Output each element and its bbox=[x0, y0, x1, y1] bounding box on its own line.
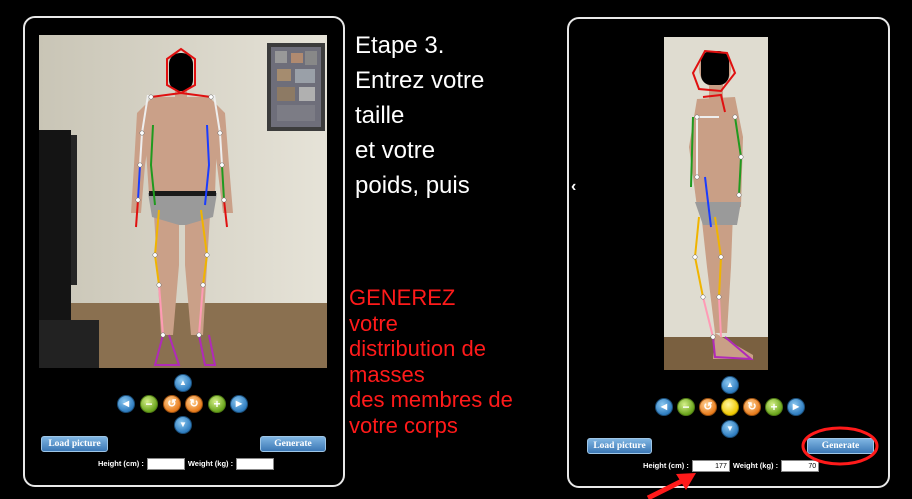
left-viewer-panel: ▲ ◀ − ↺ ↻ + ▶ ▼ Load picture Generate He… bbox=[23, 16, 345, 487]
arrow-down-icon: ▼ bbox=[179, 420, 187, 429]
height-label: Height (cm) : bbox=[643, 460, 689, 470]
zoom-out-button[interactable]: − bbox=[677, 398, 695, 416]
arrow-left-icon: ◀ bbox=[660, 402, 668, 411]
arrow-down-icon: ▼ bbox=[726, 424, 734, 433]
rotate-right-button[interactable]: ↻ bbox=[185, 395, 203, 413]
move-down-button[interactable]: ▼ bbox=[721, 420, 739, 438]
arrow-left-icon: ◀ bbox=[122, 399, 130, 408]
plus-icon: + bbox=[213, 397, 221, 411]
load-picture-button[interactable]: Load picture bbox=[587, 438, 652, 454]
rotate-left-icon: ↺ bbox=[703, 400, 713, 413]
weight-label: Weight (kg) : bbox=[187, 458, 234, 468]
arrow-right-icon: ▶ bbox=[792, 402, 800, 411]
generate-highlight-ellipse bbox=[801, 426, 879, 466]
height-label: Height (cm) : bbox=[98, 458, 144, 468]
zoom-out-button[interactable]: − bbox=[140, 395, 158, 413]
move-up-button[interactable]: ▲ bbox=[174, 374, 192, 392]
front-view-photo bbox=[39, 35, 327, 368]
generate-button[interactable]: Generate bbox=[260, 436, 326, 452]
arrow-right-icon: ▶ bbox=[235, 399, 243, 408]
weight-input[interactable] bbox=[236, 458, 275, 470]
zoom-in-button[interactable]: + bbox=[208, 395, 226, 413]
right-nav-controls: ▲ ◀ − ↺ ↻ + ▶ ▼ bbox=[653, 374, 808, 438]
move-left-button[interactable]: ◀ bbox=[117, 395, 135, 413]
arrow-up-icon: ▲ bbox=[726, 380, 734, 389]
rotate-left-icon: ↺ bbox=[167, 397, 177, 410]
rotate-right-button[interactable]: ↻ bbox=[743, 398, 761, 416]
minus-icon: − bbox=[145, 397, 153, 411]
front-photo-illustration bbox=[39, 35, 327, 368]
carousel-prev-icon[interactable]: ‹ bbox=[571, 178, 576, 196]
rotate-left-button[interactable]: ↺ bbox=[163, 395, 181, 413]
weight-label: Weight (kg) : bbox=[732, 460, 779, 470]
rotate-right-icon: ↻ bbox=[189, 397, 199, 410]
left-nav-controls: ▲ ◀ − ↺ ↻ + ▶ ▼ bbox=[113, 372, 253, 436]
height-pointer-arrow-icon bbox=[646, 473, 696, 499]
zoom-in-button[interactable]: + bbox=[765, 398, 783, 416]
arrow-up-icon: ▲ bbox=[179, 378, 187, 387]
plus-icon: + bbox=[770, 400, 778, 414]
move-right-button[interactable]: ▶ bbox=[230, 395, 248, 413]
height-input[interactable] bbox=[146, 458, 185, 470]
side-photo-illustration bbox=[585, 37, 873, 370]
minus-icon: − bbox=[682, 400, 690, 414]
rotate-right-icon: ↻ bbox=[747, 400, 757, 413]
move-right-button[interactable]: ▶ bbox=[787, 398, 805, 416]
move-left-button[interactable]: ◀ bbox=[655, 398, 673, 416]
measurements-form: Height (cm) : Weight (kg) : bbox=[98, 458, 277, 470]
generate-callout-text: GENEREZ votre distribution de masses des… bbox=[349, 285, 513, 438]
step-instruction-text: Etape 3. Entrez votre taille et votre po… bbox=[355, 32, 485, 199]
move-up-button[interactable]: ▲ bbox=[721, 376, 739, 394]
center-button[interactable] bbox=[721, 398, 739, 416]
move-down-button[interactable]: ▼ bbox=[174, 416, 192, 434]
load-picture-button[interactable]: Load picture bbox=[41, 436, 108, 452]
side-view-photo bbox=[585, 37, 873, 370]
right-viewer-panel: ▲ ◀ − ↺ ↻ + ▶ ▼ Load picture Generate He… bbox=[567, 17, 890, 488]
rotate-left-button[interactable]: ↺ bbox=[699, 398, 717, 416]
